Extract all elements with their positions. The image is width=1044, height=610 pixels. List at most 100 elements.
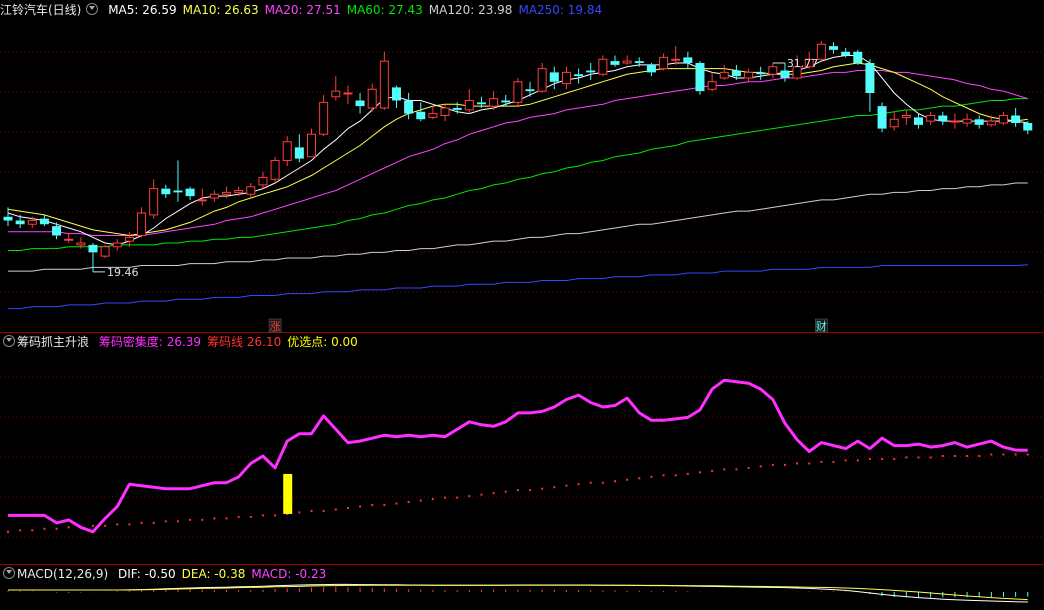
candle [294, 134, 304, 163]
candle [173, 160, 183, 202]
event-marker-text: 涨 [270, 320, 281, 333]
candle [209, 190, 219, 202]
chip-line-dot [674, 474, 677, 477]
chip-line-dot [783, 463, 786, 466]
ma-legend-item: MA5: 26.59 [108, 3, 177, 17]
candle-body-down [829, 46, 839, 50]
candle [719, 64, 729, 80]
chip-legend-item: 优选点: 0.00 [287, 335, 358, 349]
chip-line-dot [893, 457, 896, 460]
candle-body-up [816, 43, 826, 60]
chip-line-dot [43, 527, 46, 530]
candle [865, 59, 875, 112]
chip-line-dot [468, 495, 471, 498]
candle-body-down [88, 244, 98, 253]
chip-line-dot [176, 520, 179, 523]
candle-body-up [149, 188, 159, 216]
chip-line-dot [480, 493, 483, 496]
candle-body-up [950, 120, 960, 123]
candle [926, 111, 936, 125]
candle [586, 63, 596, 80]
chip-line-dot [1014, 453, 1017, 456]
candle [671, 46, 681, 65]
candle-body-up [707, 81, 717, 90]
event-marker-text: 财 [816, 319, 827, 333]
candle-body-down [574, 74, 584, 77]
candle-body-up [901, 115, 911, 118]
candle [185, 186, 195, 200]
chip-line-dot [225, 517, 228, 520]
chevron-down-icon[interactable] [3, 335, 15, 347]
chip-line-dot [966, 455, 969, 457]
candle-body-up [744, 71, 754, 79]
chip-line-dot [868, 457, 871, 460]
candle-body-up [209, 193, 219, 199]
candle-body-up [513, 81, 523, 103]
candle-body-up [719, 71, 729, 79]
candle-body-down [1011, 115, 1021, 123]
candle-body-down [476, 102, 486, 105]
chart-stage: 31.7719.46 涨财 [0, 41, 1044, 603]
candle-body-up [282, 141, 292, 161]
candle [282, 136, 292, 167]
candle-body-up [768, 66, 778, 75]
chevron-down-icon[interactable] [3, 567, 15, 579]
candle [39, 214, 49, 227]
candle-body-up [926, 115, 936, 122]
chip-line-dot [577, 483, 580, 486]
macd-panel [7, 583, 1029, 603]
chip-line-dot [419, 499, 422, 502]
candle [1011, 108, 1021, 127]
candle [331, 76, 341, 101]
candle-body-up [440, 107, 450, 116]
candle-body-up [537, 68, 547, 92]
candle [270, 156, 280, 183]
candle-body-down [404, 100, 414, 114]
ma-legend-item: MA60: 27.43 [346, 3, 423, 17]
candle [986, 115, 996, 127]
candle-body-up [27, 220, 37, 225]
chip-line-dot [395, 502, 398, 505]
candle [598, 55, 608, 77]
event-markers: 涨财 [268, 318, 828, 333]
chevron-down-icon[interactable] [86, 3, 99, 15]
candle [914, 113, 923, 129]
candle-body-down [634, 61, 644, 63]
candle-body-up [76, 242, 86, 246]
candle-body-down [865, 63, 875, 93]
candle-body-up [622, 60, 632, 64]
chip-line-dot [104, 524, 107, 527]
chip-line-dot [55, 527, 58, 530]
candle [695, 61, 705, 95]
chip-line-dot [650, 475, 653, 478]
chip-line-dot [953, 455, 956, 457]
chip-line-dot [626, 478, 629, 481]
candle-body-down [683, 57, 693, 63]
chip-line-dot [808, 462, 811, 465]
candle-body-down [391, 87, 401, 101]
chip-line-dot [152, 521, 155, 524]
candle-body-up [197, 199, 207, 202]
chip-line-dot [686, 472, 689, 475]
candle [610, 55, 620, 67]
chip-line-dot [492, 492, 495, 495]
chip-line-dot [261, 514, 264, 517]
candle [513, 78, 523, 107]
chip-line-dot [881, 457, 884, 460]
chip-line-dot [990, 453, 993, 456]
chip-line-dot [237, 515, 240, 518]
candle-body-up [561, 71, 571, 85]
candle-body-down [853, 51, 863, 63]
ma250-line [8, 264, 1028, 310]
chip-line-dot [31, 529, 34, 532]
chip-line-dot [553, 486, 556, 489]
candle-body-down [15, 220, 25, 225]
candle-body-up [319, 101, 329, 135]
candle [428, 106, 438, 120]
chip-line-dot [346, 507, 349, 509]
chip-line-dot [929, 456, 932, 459]
candle-body-up [367, 88, 377, 109]
chip-line-dot [601, 481, 604, 484]
candle-body-down [610, 61, 620, 65]
candle-body-down [586, 70, 596, 73]
